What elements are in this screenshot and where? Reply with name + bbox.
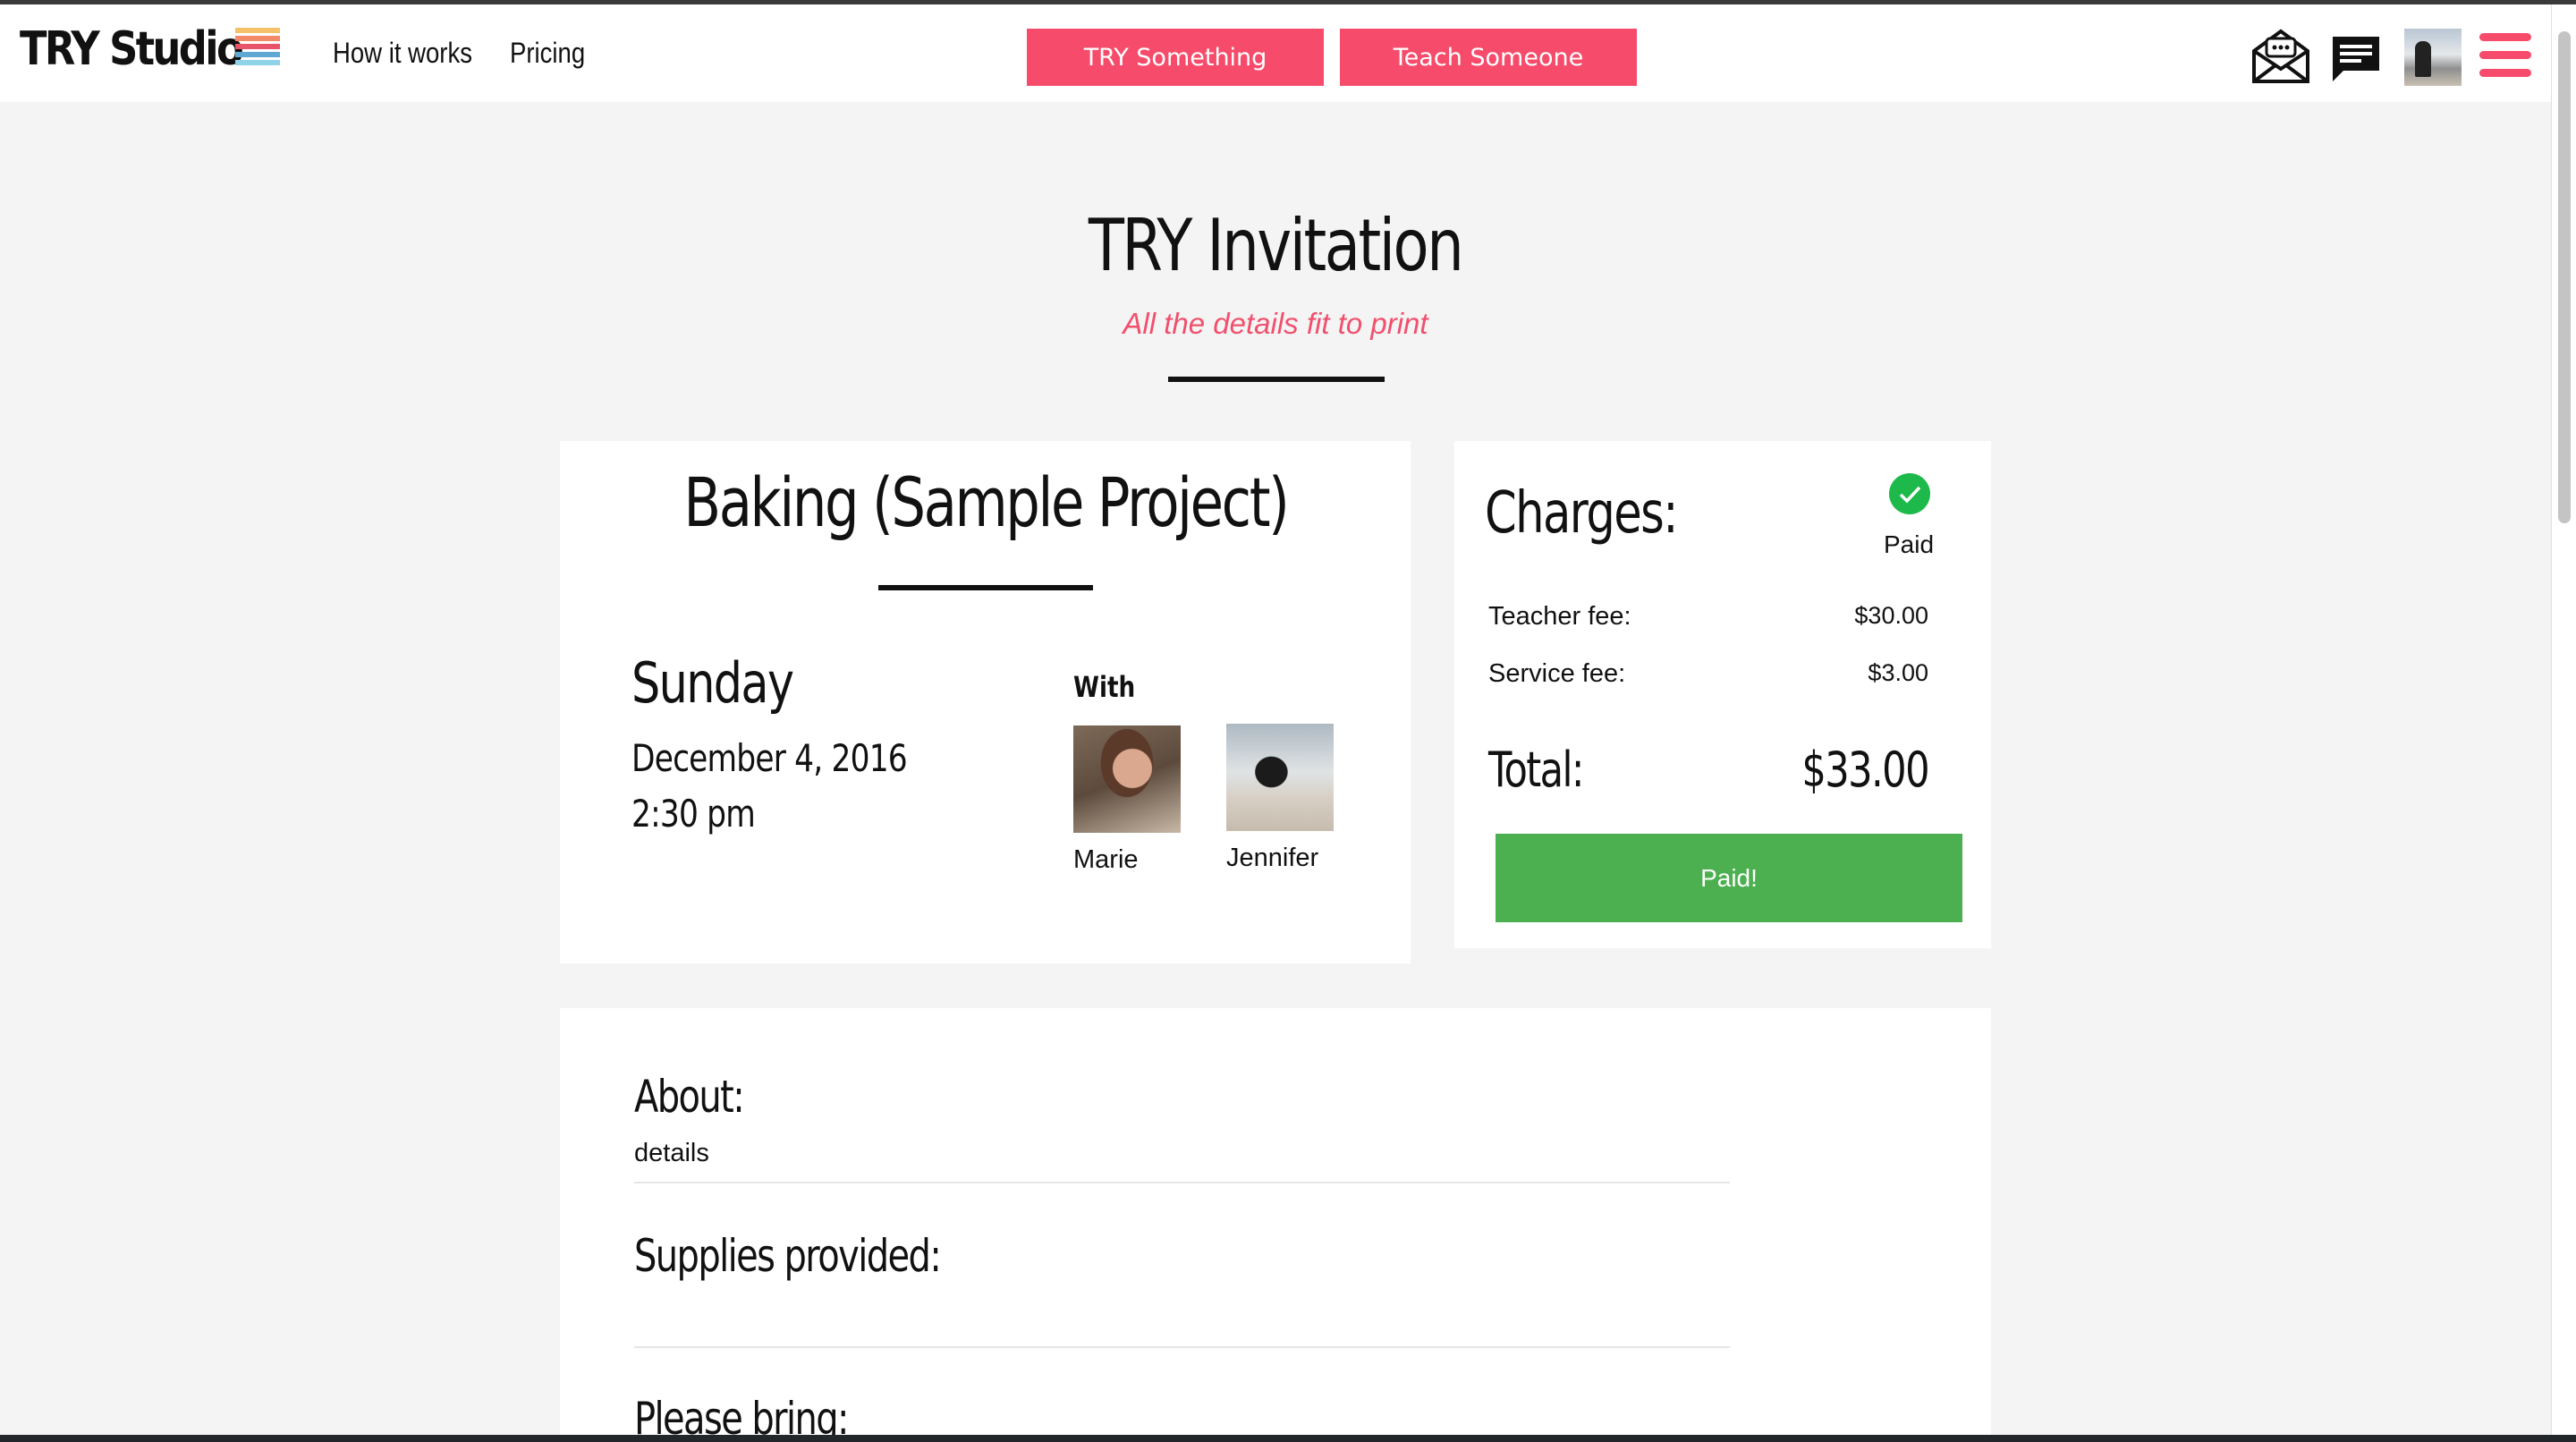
nav-pricing[interactable]: Pricing xyxy=(510,37,585,70)
envelope-icon[interactable] xyxy=(2250,26,2311,87)
charges-title: Charges: xyxy=(1485,480,1678,547)
payment-status: Paid xyxy=(1884,530,1935,558)
scrollbar-thumb[interactable] xyxy=(2558,31,2571,523)
teacher-fee-value: $30.00 xyxy=(1854,602,1928,629)
vertical-scrollbar[interactable] xyxy=(2551,4,2576,1435)
session-date: December 4, 2016 xyxy=(631,736,908,780)
paid-button[interactable]: Paid! xyxy=(1496,834,1962,922)
logo-stripes-icon[interactable] xyxy=(235,28,280,74)
please-bring-heading: Please bring: xyxy=(634,1393,849,1435)
teacher-fee-label: Teacher fee: xyxy=(1488,602,1631,631)
about-heading: About: xyxy=(634,1071,745,1123)
nav-how-it-works[interactable]: How it works xyxy=(333,37,472,70)
teach-someone-button[interactable]: Teach Someone xyxy=(1340,29,1637,86)
details-card: About: details Supplies provided: Please… xyxy=(560,1008,1991,1435)
about-text: details xyxy=(634,1139,709,1167)
with-label: With xyxy=(1073,670,1136,704)
title-divider xyxy=(1168,377,1385,382)
site-header: TRY Studio How it works Pricing TRY Some… xyxy=(0,4,2551,102)
profile-avatar[interactable] xyxy=(2404,29,2462,86)
total-value: $33.00 xyxy=(1801,742,1929,798)
checkmark-icon xyxy=(1889,473,1930,514)
project-title: Baking (Sample Project) xyxy=(682,462,1289,542)
window-bottom-border xyxy=(0,1435,2576,1442)
about-divider xyxy=(634,1182,1730,1183)
page-title: TRY Invitation xyxy=(1089,204,1464,287)
jennifer-avatar[interactable] xyxy=(1226,724,1334,831)
session-time: 2:30 pm xyxy=(631,792,756,836)
browser-page: TRY Studio How it works Pricing TRY Some… xyxy=(0,0,2576,1435)
service-fee-label: Service fee: xyxy=(1488,659,1626,688)
supplies-heading: Supplies provided: xyxy=(634,1230,942,1282)
jennifer-name[interactable]: Jennifer xyxy=(1226,844,1318,873)
page-subtitle: All the details fit to print xyxy=(1123,307,1428,340)
project-card: Baking (Sample Project) Sunday December … xyxy=(560,441,1411,963)
service-fee-value: $3.00 xyxy=(1868,659,1928,686)
supplies-divider xyxy=(634,1346,1730,1348)
chat-icon[interactable] xyxy=(2329,33,2383,87)
charges-card: Charges: Paid Teacher fee: $30.00 Servic… xyxy=(1454,441,1991,948)
try-something-button[interactable]: TRY Something xyxy=(1027,29,1324,86)
marie-avatar[interactable] xyxy=(1073,725,1181,833)
hamburger-menu-icon[interactable] xyxy=(2479,33,2531,78)
site-logo[interactable]: TRY Studio xyxy=(20,22,244,76)
marie-name[interactable]: Marie xyxy=(1073,845,1139,875)
project-divider xyxy=(878,585,1093,590)
session-day: Sunday xyxy=(631,650,794,716)
total-label: Total: xyxy=(1488,742,1584,798)
